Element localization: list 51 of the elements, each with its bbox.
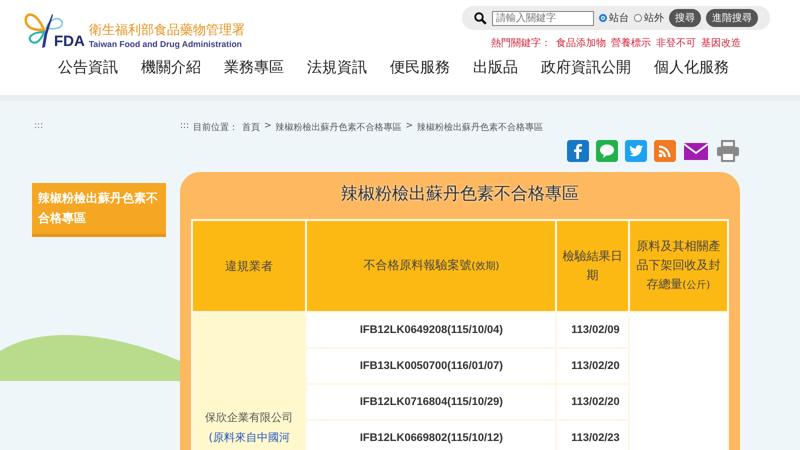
column-header: 不合格原料報驗案號(效期): [307, 221, 556, 311]
nav-item[interactable]: 個人化服務: [654, 58, 729, 77]
print-icon[interactable]: [716, 140, 740, 162]
column-header: 原料及其相關產品下架回收及封存總量(公斤): [630, 221, 727, 311]
table-cell: IFB12LK0669802(115/10/12): [307, 421, 556, 450]
table-cell: IFB12LK0716804(115/10/29): [307, 385, 556, 419]
table-cell: IFB13LK0050700(116/01/07): [307, 349, 556, 383]
keyword-link[interactable]: 非登不可: [656, 36, 696, 50]
search-icon: [474, 12, 487, 24]
breadcrumb-separator: >: [406, 121, 414, 133]
table-cell: 113/02/09: [557, 313, 628, 347]
nav-item[interactable]: 法規資訊: [307, 58, 367, 77]
breadcrumb-link[interactable]: 辣椒粉檢出蘇丹色素不合格專區: [276, 121, 402, 133]
nav-item[interactable]: 公告資訊: [58, 58, 118, 77]
breadcrumb-label: 目前位置：: [193, 122, 238, 133]
nav-item[interactable]: 業務專區: [224, 58, 284, 77]
table-cell: 113/02/20: [557, 385, 628, 419]
section-marker: :::: [34, 121, 44, 131]
logo-text: FDA: [54, 33, 85, 50]
mail-icon[interactable]: [683, 140, 709, 162]
twitter-icon[interactable]: [625, 140, 647, 162]
nav-item[interactable]: 機關介紹: [141, 58, 201, 77]
column-header: 檢驗結果日期: [557, 221, 628, 311]
breadcrumb-link[interactable]: 首頁: [242, 121, 260, 133]
breadcrumb-marker: :::: [180, 121, 190, 133]
column-header: 違規業者: [193, 221, 306, 311]
speech-bubble-icon[interactable]: [596, 140, 618, 162]
scope-radio[interactable]: 站外: [634, 11, 664, 25]
breadcrumb-link[interactable]: 辣椒粉檢出蘇丹色素不合格專區: [417, 121, 544, 133]
rss-icon[interactable]: [654, 140, 676, 162]
agency-name: 衛生福利部食品藥物管理署: [88, 23, 245, 39]
keyword-link[interactable]: 營養標示: [611, 36, 651, 50]
keyword-link[interactable]: 基因改造: [701, 36, 741, 50]
search-button[interactable]: 搜尋: [669, 9, 701, 27]
source-link[interactable]: (原料來自中國河: [208, 431, 290, 444]
table-cell: 113/02/23: [557, 421, 628, 450]
breadcrumb-separator: >: [264, 121, 272, 133]
table-cell: IFB12LK0649208(115/10/04): [307, 313, 556, 347]
nav-item[interactable]: 出版品: [473, 58, 518, 77]
company-cell: 保欣企業有限公司 (原料來自中國河: [193, 313, 306, 450]
hot-keywords-label: 熱門關鍵字：: [491, 36, 551, 50]
nav-item[interactable]: 政府資訊公開: [541, 58, 631, 77]
table-cell: 113/02/20: [557, 349, 628, 383]
search-button[interactable]: 進階搜尋: [706, 9, 758, 27]
agency-english-name: Taiwan Food and Drug Administration: [88, 39, 243, 50]
keyword-link[interactable]: 食品添加物: [556, 36, 606, 50]
search-field[interactable]: 請輸入關鍵字: [492, 10, 594, 26]
nav-item[interactable]: 便民服務: [390, 58, 450, 77]
facebook-icon[interactable]: [567, 140, 589, 162]
scope-radio[interactable]: 站台: [599, 11, 629, 25]
panel-title: 辣椒粉檢出蘇丹色素不合格專區: [340, 183, 580, 206]
